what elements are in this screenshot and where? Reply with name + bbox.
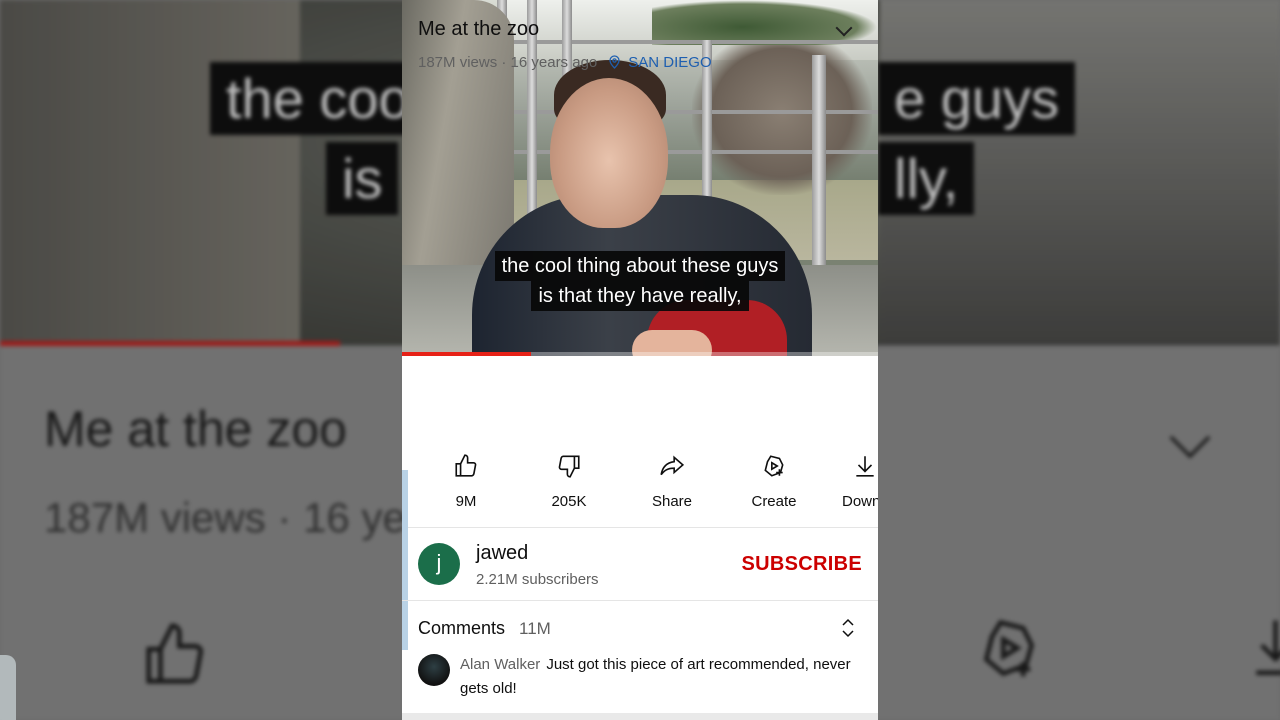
comments-section[interactable]: Comments 11M Alan Walker Just got this pi…	[402, 601, 878, 720]
progress-fill	[402, 352, 531, 356]
create-button[interactable]: Create	[724, 448, 824, 510]
expand-icon[interactable]	[840, 617, 856, 639]
download-button[interactable]: Download	[826, 448, 878, 510]
channel-name[interactable]: jawed	[476, 542, 528, 565]
subtitle-line-1: the cool thing about these guys	[402, 251, 878, 281]
create-icon	[724, 448, 824, 484]
like-button[interactable]: 9M	[416, 448, 516, 510]
elephant	[692, 45, 872, 195]
chevron-down-icon[interactable]	[834, 20, 856, 42]
subtitle-line-2: is that they have really,	[402, 281, 878, 311]
subscribe-button[interactable]: SUBSCRIBE	[742, 553, 863, 576]
location-link[interactable]: SAN DIEGO	[628, 54, 711, 71]
person-face	[550, 78, 668, 228]
share-button[interactable]: Share	[622, 448, 722, 510]
side-tab	[0, 655, 16, 720]
dislike-icon	[519, 448, 619, 484]
avatar[interactable]: j	[418, 543, 460, 585]
watch-page: the cool thing about these guys is that …	[402, 0, 878, 720]
dislike-button[interactable]: 205K	[519, 448, 619, 510]
comment-avatar	[418, 654, 450, 686]
location-pin-icon	[609, 55, 620, 69]
like-icon	[416, 448, 516, 484]
comments-count: 11M	[519, 619, 551, 638]
screen: the coo e guys is lly, Me at the zoo 187…	[0, 0, 1280, 720]
top-comment: Alan Walker Just got this piece of art re…	[460, 653, 860, 701]
video-meta: 187M views · 16 years ago SAN DIEGO	[418, 54, 712, 71]
title-row[interactable]: Me at the zoo	[418, 18, 862, 46]
progress-bar[interactable]	[402, 352, 878, 356]
channel-row[interactable]: j jawed 2.21M subscribers SUBSCRIBE	[402, 528, 878, 600]
subscriber-count: 2.21M subscribers	[476, 571, 599, 588]
bottom-bar	[402, 713, 878, 720]
action-bar: 9M 205K Share Create Down	[402, 448, 878, 528]
comments-heading: Comments	[418, 618, 506, 638]
download-icon	[842, 448, 878, 484]
views-age: 187M views · 16 years ago	[418, 54, 598, 71]
comment-author: Alan Walker	[460, 656, 541, 673]
share-icon	[622, 448, 722, 484]
video-title: Me at the zoo	[418, 18, 540, 40]
